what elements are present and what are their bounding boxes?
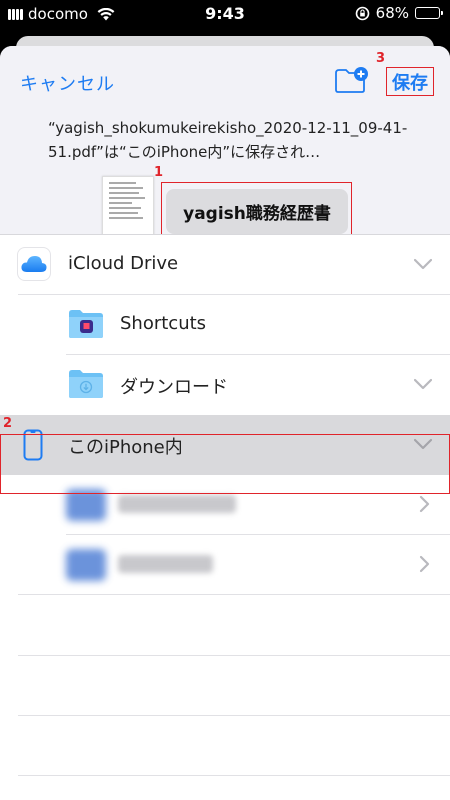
chevron-right-icon[interactable]: [418, 555, 430, 573]
status-right: 68%: [355, 4, 443, 22]
location-icloud-drive[interactable]: iCloud Drive: [0, 235, 450, 295]
location-shortcuts[interactable]: Shortcuts: [0, 295, 450, 355]
battery-percent: 68%: [375, 4, 409, 22]
icloud-icon: [17, 247, 51, 281]
location-label-on-my-iphone: このiPhone内: [68, 437, 183, 458]
download-folder-icon: [69, 370, 103, 398]
cancel-button[interactable]: キャンセル: [20, 70, 115, 96]
annotation-number-3: 3: [376, 51, 386, 66]
location-on-my-iphone[interactable]: このiPhone内: [0, 415, 450, 475]
location-downloads[interactable]: ダウンロード: [0, 355, 450, 415]
app-folder-icon: [66, 489, 106, 521]
status-bar: docomo 9:43 68%: [0, 0, 450, 28]
app-folder-icon: [66, 549, 106, 581]
filename-field[interactable]: yagish職務経歴書: [166, 189, 348, 234]
battery-icon: [415, 7, 443, 19]
sheet-header: キャンセル 3 保存 “yagish_shokumukeirekisho_202…: [0, 46, 450, 246]
save-location-message: “yagish_shokumukeirekisho_2020-12-11_09-…: [48, 119, 408, 161]
row-separator: [18, 655, 450, 656]
location-label-blurred: [118, 555, 213, 573]
annotation-number-1: 1: [154, 165, 164, 180]
location-label-blurred: [118, 495, 236, 513]
location-app-folder-2[interactable]: [0, 535, 450, 595]
location-list: iCloud Drive Shortcuts ダウンロード このiPhone内: [0, 234, 450, 800]
new-folder-icon[interactable]: [334, 66, 368, 94]
row-separator: [18, 594, 450, 595]
chevron-right-icon[interactable]: [418, 495, 430, 513]
location-app-folder-1[interactable]: [0, 475, 450, 535]
location-label-icloud: iCloud Drive: [68, 253, 179, 274]
save-button[interactable]: 保存: [386, 67, 434, 96]
row-separator: [18, 775, 450, 776]
orientation-lock-icon: [355, 6, 369, 20]
row-separator: [18, 715, 450, 716]
chevron-down-icon[interactable]: [414, 437, 432, 451]
chevron-down-icon[interactable]: [414, 377, 432, 391]
shortcuts-folder-icon: [69, 310, 103, 338]
location-label-shortcuts: Shortcuts: [120, 313, 207, 334]
chevron-down-icon[interactable]: [414, 257, 432, 271]
save-sheet: キャンセル 3 保存 “yagish_shokumukeirekisho_202…: [0, 46, 450, 800]
location-label-downloads: ダウンロード: [120, 377, 228, 398]
iphone-icon: [23, 429, 43, 461]
annotation-number-2: 2: [3, 416, 13, 431]
